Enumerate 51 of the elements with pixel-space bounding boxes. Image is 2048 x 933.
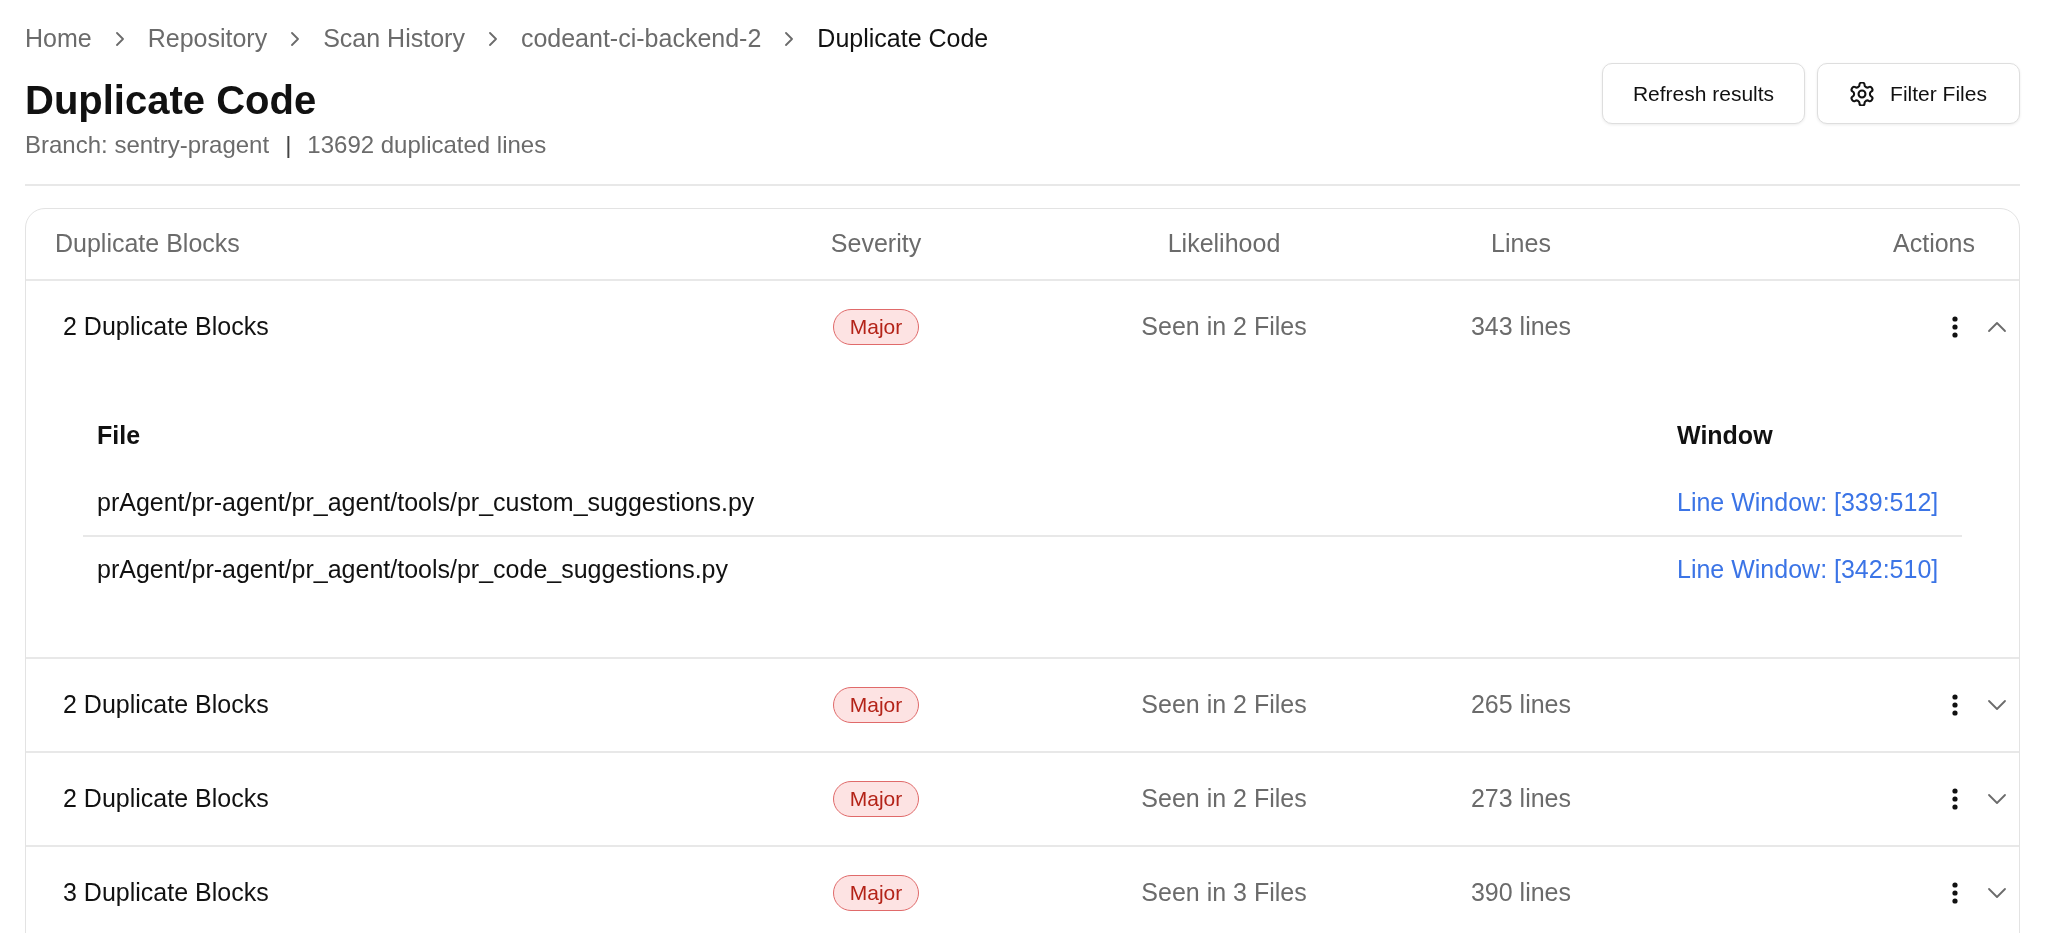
kebab-menu-icon[interactable] <box>1952 316 1958 338</box>
line-window-link[interactable]: Line Window: [342:510] <box>1677 555 1939 584</box>
breadcrumb-link[interactable]: Scan History <box>323 20 465 58</box>
file-path: prAgent/pr-agent/pr_agent/tools/pr_custom_suggestions.py <box>97 488 755 517</box>
kebab-menu-icon[interactable] <box>1952 694 1958 716</box>
severity-badge: Major <box>832 309 920 345</box>
breadcrumb-link[interactable]: codeant-ci-backend-2 <box>520 20 762 58</box>
chevron-down-icon[interactable] <box>1988 700 2006 710</box>
chevron-right-icon <box>785 32 794 46</box>
chevron-right-icon <box>115 32 124 46</box>
breadcrumb-link[interactable]: Home <box>25 20 92 58</box>
chevron-right-icon <box>291 32 300 46</box>
column-header: Duplicate Blocks <box>55 229 240 258</box>
chevron-up-icon[interactable] <box>1988 322 2006 332</box>
column-header: Lines <box>1491 229 1551 258</box>
breadcrumb-link[interactable]: Repository <box>147 20 268 58</box>
column-header: Window <box>1677 421 1773 450</box>
lines-count: 343 lines <box>1470 312 1572 341</box>
likelihood-text: Seen in 2 Files <box>1141 784 1307 813</box>
column-header: Likelihood <box>1167 229 1281 258</box>
lines-count: 273 lines <box>1470 784 1572 813</box>
lines-count: 390 lines <box>1470 878 1572 907</box>
block-count: 2 Duplicate Blocks <box>63 312 269 341</box>
duplicated-lines-count: 13692 duplicated lines <box>307 130 547 160</box>
branch-label: Branch: sentry-pragent <box>25 130 270 160</box>
likelihood-text: Seen in 2 Files <box>1141 312 1307 341</box>
kebab-menu-icon[interactable] <box>1952 788 1958 810</box>
column-header: Actions <box>1893 229 1975 258</box>
severity-badge: Major <box>832 875 920 911</box>
block-count: 2 Duplicate Blocks <box>63 784 269 813</box>
column-header: Severity <box>830 229 922 258</box>
chevron-down-icon[interactable] <box>1988 794 2006 804</box>
severity-badge: Major <box>832 687 920 723</box>
chevron-down-icon[interactable] <box>1988 888 2006 898</box>
column-header: File <box>97 421 141 450</box>
current-page-label: Duplicate Code <box>817 23 989 55</box>
likelihood-text: Seen in 2 Files <box>1141 690 1307 719</box>
separator-text: | <box>285 130 292 160</box>
block-count: 3 Duplicate Blocks <box>63 878 269 907</box>
kebab-menu-icon[interactable] <box>1952 882 1958 904</box>
lines-count: 265 lines <box>1470 690 1572 719</box>
block-count: 2 Duplicate Blocks <box>63 690 269 719</box>
refresh-button[interactable]: Refresh results <box>1602 63 1805 124</box>
filter-files-button[interactable]: Filter Files <box>1817 63 2020 124</box>
settings-icon <box>1850 81 1875 106</box>
line-window-link[interactable]: Line Window: [339:512] <box>1677 488 1939 517</box>
likelihood-text: Seen in 3 Files <box>1141 878 1307 907</box>
page-title: Duplicate Code <box>25 77 317 124</box>
chevron-right-icon <box>488 32 497 46</box>
severity-badge: Major <box>832 781 920 817</box>
file-path: prAgent/pr-agent/pr_agent/tools/pr_code_suggestions.py <box>97 555 728 584</box>
